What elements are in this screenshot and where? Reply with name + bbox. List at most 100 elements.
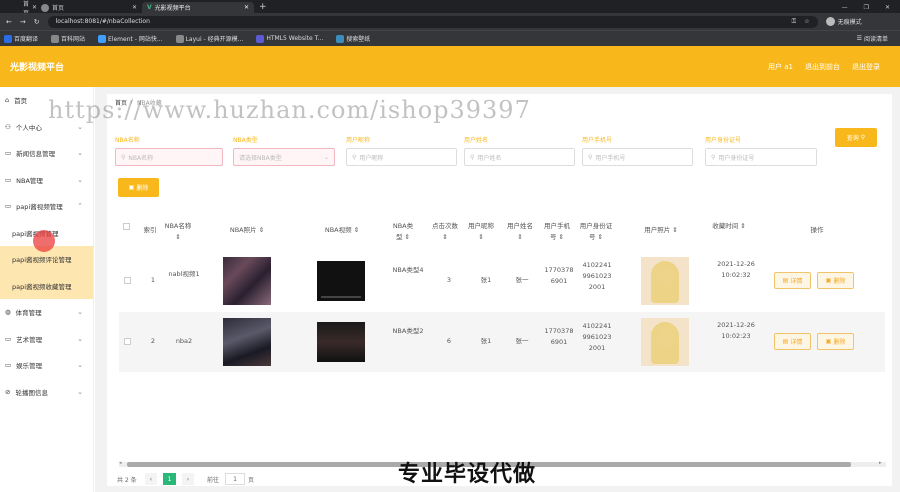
- idcard-input[interactable]: ⚲ 用户身份证号: [705, 148, 817, 166]
- restore-icon[interactable]: ❐: [864, 4, 869, 11]
- delete-button[interactable]: ▣ 删除: [118, 178, 159, 197]
- row-delete-button[interactable]: ▣ 删除: [817, 272, 854, 289]
- new-tab-button[interactable]: +: [259, 2, 267, 12]
- browser-tab-active[interactable]: V 光影视频平台 ✕: [142, 2, 254, 13]
- query-button[interactable]: 查询 ⚲: [835, 128, 877, 147]
- key-icon[interactable]: ⚿: [792, 18, 797, 26]
- row-checkbox[interactable]: [124, 338, 131, 345]
- detail-button[interactable]: ▤ 详情: [774, 272, 811, 289]
- incognito-badge[interactable]: 无痕模式: [825, 17, 862, 26]
- bookmark-item[interactable]: Element - 网站快...: [98, 34, 163, 43]
- table-header[interactable]: NBA视频 ⇕: [314, 225, 370, 236]
- browser-tab[interactable]: 首页✕: [0, 1, 37, 17]
- sidebar-item-nba[interactable]: ▭ NBA管理 ⌄: [0, 167, 93, 194]
- reading-list[interactable]: ☰ 阅读清单: [857, 34, 896, 43]
- trash-icon: ▣: [128, 184, 135, 191]
- table-header[interactable]: 收藏时间 ⇕: [711, 221, 747, 232]
- bookmark-item[interactable]: 百度翻译: [4, 34, 38, 43]
- bookmark-label: Element - 网站快...: [108, 36, 163, 43]
- bookmarks-bar: 百度翻译 百科网站 Element - 网站快... Layui - 经典开源模…: [0, 30, 900, 46]
- bookmark-item[interactable]: 搜索壁纸: [336, 34, 370, 43]
- user-photo-thumbnail[interactable]: [641, 257, 689, 305]
- next-page-button[interactable]: ›: [182, 473, 194, 485]
- forward-button[interactable]: →: [20, 18, 26, 26]
- select-all-checkbox[interactable]: [123, 223, 130, 230]
- table-header: 操作: [810, 226, 824, 234]
- nba-photo-thumbnail[interactable]: [223, 318, 271, 366]
- search-icon: ⚲: [711, 153, 716, 161]
- table-header[interactable]: 用户姓名 ⇕: [505, 221, 535, 243]
- phone-input[interactable]: ⚲ 用户手机号: [582, 148, 693, 166]
- table-header[interactable]: 点击次数 ⇕: [430, 221, 460, 243]
- scroll-right-icon[interactable]: ▸: [879, 460, 882, 466]
- bookmark-item[interactable]: HTML5 Website T...: [256, 34, 323, 43]
- page-number-current[interactable]: 1: [163, 473, 176, 485]
- sidebar-item-entertainment[interactable]: ▭ 娱乐管理 ⌄: [0, 352, 93, 379]
- goto-page-input[interactable]: 1: [225, 473, 245, 485]
- prev-page-button[interactable]: ‹: [145, 473, 157, 485]
- sidebar-item-sports[interactable]: ◍ 体育管理 ⌄: [0, 299, 93, 326]
- nba-photo-thumbnail[interactable]: [223, 257, 271, 305]
- back-to-front-link[interactable]: 退出到前台: [805, 62, 840, 72]
- table-cell: NBA类型4: [392, 266, 424, 274]
- table-cell: 410224199610232001: [582, 322, 612, 352]
- logout-link[interactable]: 退出登录: [852, 62, 880, 72]
- sidebar-item-label: NBA管理: [16, 176, 43, 185]
- table-cell: 张1: [480, 337, 492, 345]
- table-header[interactable]: NBA名称 ⇕: [163, 221, 193, 243]
- sidebar-item-news[interactable]: ▭ 新闻信息管理 ⌄: [0, 140, 93, 167]
- table-header[interactable]: NBA类型 ⇕: [391, 221, 415, 243]
- table-header[interactable]: NBA照片 ⇕: [219, 225, 275, 236]
- table-header[interactable]: 索引: [139, 225, 161, 236]
- bookmark-item[interactable]: Layui - 经典开源模...: [175, 34, 243, 43]
- filter-label: 用户手机号: [582, 137, 613, 144]
- back-button[interactable]: ←: [6, 18, 12, 26]
- table-row[interactable]: 1 nabl视频1 NBA类型4 3 张1 张一 17703786901 410…: [119, 251, 885, 311]
- nba-video-thumbnail[interactable]: [317, 322, 365, 362]
- table-cell: 17703786901: [544, 266, 574, 285]
- chevron-down-icon: ⌄: [77, 361, 83, 370]
- table-header[interactable]: 用户手机号 ⇕: [542, 221, 572, 243]
- table-cell: 张一: [515, 276, 529, 284]
- art-icon: ▭: [5, 334, 12, 343]
- app-header: 光影视频平台 用户 a1 退出到前台 退出登录: [0, 46, 900, 87]
- close-icon[interactable]: ✕: [132, 4, 137, 11]
- sidebar-item-carousel[interactable]: ⊘ 轮播图信息 ⌄: [0, 379, 93, 406]
- nba-name-input[interactable]: ⚲ NBA名称: [115, 148, 223, 166]
- row-checkbox[interactable]: [124, 277, 131, 284]
- row-delete-button[interactable]: ▣ 删除: [817, 333, 854, 350]
- detail-button[interactable]: ▤ 详情: [774, 333, 811, 350]
- sidebar-subitem-papi-collection[interactable]: papi酱视频收藏管理: [0, 272, 93, 299]
- star-icon[interactable]: ☆: [804, 18, 809, 26]
- nickname-input[interactable]: ⚲ 用户昵称: [346, 148, 457, 166]
- close-icon[interactable]: ✕: [244, 4, 249, 11]
- table-cell: 6: [446, 337, 452, 345]
- table-row[interactable]: 2 nba2 NBA类型2 6 张1 张一 17703786901 410224…: [119, 312, 885, 372]
- table-header[interactable]: 用户昵称 ⇕: [466, 221, 496, 243]
- table-header[interactable]: 用户身份证号 ⇕: [579, 221, 613, 243]
- scroll-left-icon[interactable]: ◂: [119, 460, 122, 466]
- realname-input[interactable]: ⚲ 用户姓名: [464, 148, 575, 166]
- nba-video-thumbnail[interactable]: [317, 261, 365, 301]
- sidebar-item-papi[interactable]: ▭ papi酱视频管理 ⌃: [0, 193, 93, 220]
- nba-type-select[interactable]: 请选择NBA类型 ⌄: [233, 148, 335, 166]
- carousel-icon: ⊘: [5, 387, 11, 396]
- chevron-down-icon: ⌄: [77, 334, 83, 343]
- browser-tab[interactable]: 首页✕: [36, 2, 142, 13]
- sidebar-item-art[interactable]: ▭ 艺术管理 ⌄: [0, 326, 93, 353]
- page-suffix: 页: [248, 477, 255, 484]
- hair-shape: [651, 261, 679, 303]
- chevron-down-icon: ⌄: [77, 149, 83, 158]
- bookmark-item[interactable]: 百科网站: [51, 34, 85, 43]
- video-icon: ▭: [5, 202, 12, 211]
- reload-button[interactable]: ↻: [34, 18, 40, 26]
- close-window-icon[interactable]: ✕: [885, 4, 890, 11]
- chevron-down-icon: ⌄: [77, 308, 83, 317]
- url-field[interactable]: localhost:8081/#/nbaCollection ⚿ ☆: [47, 15, 818, 28]
- url-text: localhost:8081/#/nbaCollection: [55, 18, 150, 25]
- user-photo-thumbnail[interactable]: [641, 318, 689, 366]
- trash-icon: ▣: [825, 277, 832, 284]
- table-header[interactable]: 用户照片 ⇕: [637, 225, 685, 236]
- address-bar-row: ← → ↻ localhost:8081/#/nbaCollection ⚿ ☆ 无…: [0, 13, 900, 30]
- minimize-icon[interactable]: —: [842, 4, 848, 11]
